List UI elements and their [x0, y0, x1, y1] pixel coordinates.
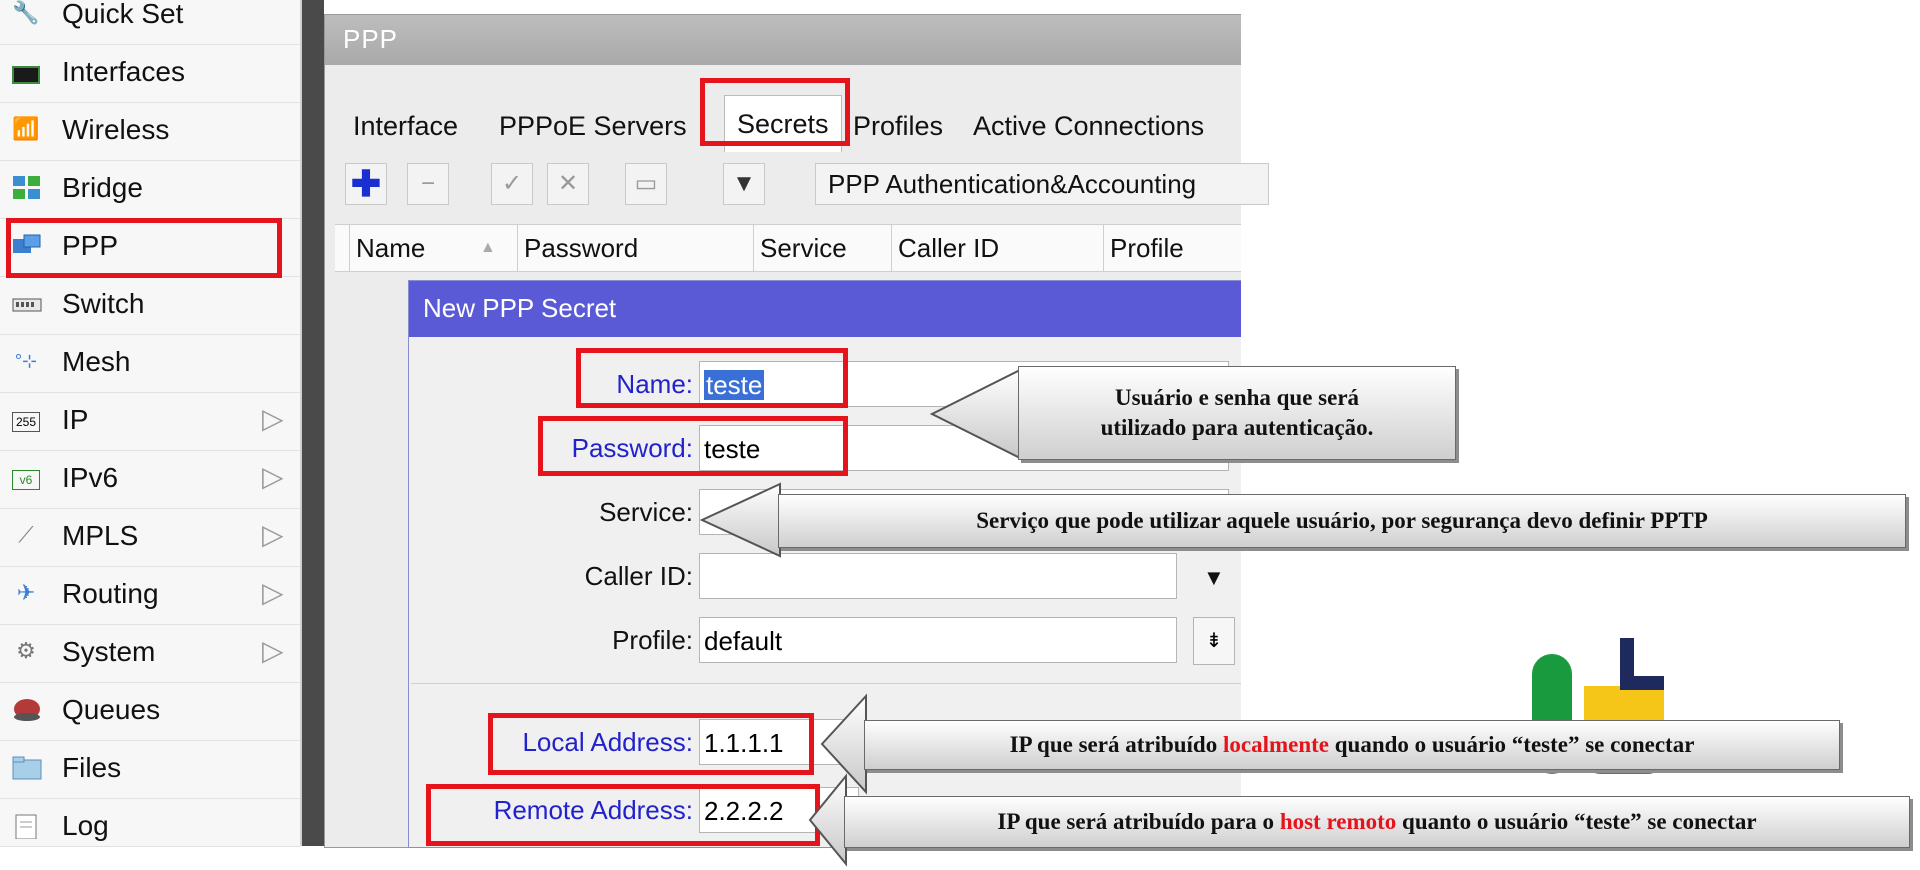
callout-text: quanto o usuário “teste” se conectar: [1396, 809, 1757, 834]
callout-arrow-service: [699, 482, 781, 558]
callout-remote-address: IP que será atribuído para o host remoto…: [844, 796, 1910, 848]
callout-arrow-remote-address: [808, 773, 847, 867]
callout-credentials: Usuário e senha que será utilizado para …: [1018, 366, 1456, 460]
callout-highlight-text: host remoto: [1279, 809, 1397, 834]
callout-text: quando o usuário “teste” se conectar: [1329, 732, 1695, 757]
callout-arrow-credentials: [929, 368, 1021, 460]
callout-text: IP que será atribuído: [1009, 732, 1223, 757]
callout-service: Serviço que pode utilizar aquele usuário…: [778, 494, 1906, 548]
callout-text: utilizado para autenticação.: [1100, 415, 1374, 440]
callout-local-address: IP que será atribuído localmente quando …: [864, 720, 1840, 770]
callout-text: IP que será atribuído para o: [997, 809, 1280, 834]
callout-highlight-text: localmente: [1222, 732, 1329, 757]
callout-text: Usuário e senha que será: [1114, 385, 1360, 410]
